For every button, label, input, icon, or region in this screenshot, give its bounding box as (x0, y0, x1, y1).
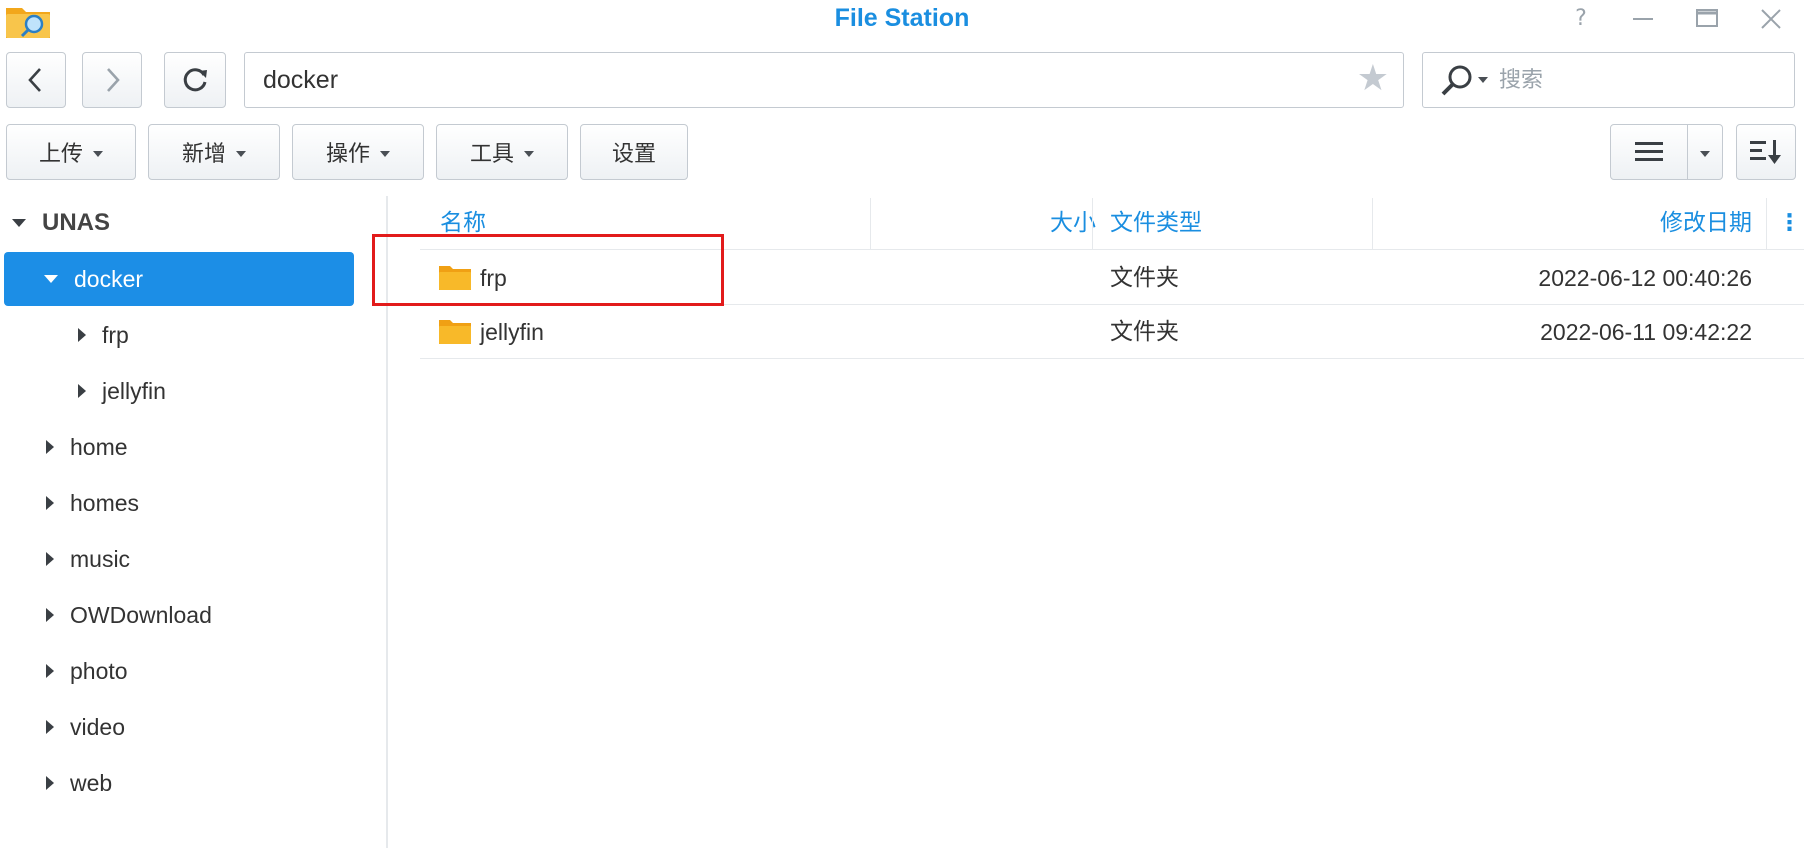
sort-icon (1750, 140, 1781, 164)
collapsed-arrow-icon[interactable] (46, 720, 54, 734)
file-modified: 2022-06-12 00:40:26 (1538, 265, 1752, 291)
tree-item-label: home (70, 433, 128, 460)
column-divider[interactable] (1092, 198, 1093, 250)
dropdown-caret-icon (236, 150, 246, 157)
window-title: File Station (834, 4, 970, 32)
back-button[interactable] (6, 52, 66, 108)
collapsed-arrow-icon[interactable] (46, 664, 54, 678)
sort-button[interactable] (1736, 124, 1796, 180)
upload-label: 上传 (38, 142, 83, 167)
tree-item-music[interactable]: music (0, 532, 388, 586)
maximize-icon[interactable] (1692, 6, 1722, 32)
title-bar: File Station ? (0, 0, 1804, 38)
collapsed-arrow-icon[interactable] (46, 496, 54, 510)
collapsed-arrow-icon[interactable] (78, 328, 86, 342)
chevron-right-icon (107, 68, 120, 92)
collapsed-arrow-icon[interactable] (78, 384, 86, 398)
address-path: docker (263, 66, 339, 94)
dropdown-caret-icon (1700, 150, 1710, 157)
file-name: jellyfin (480, 319, 544, 345)
close-icon[interactable] (1756, 6, 1786, 32)
forward-button[interactable] (82, 52, 142, 108)
chevron-left-icon (28, 68, 41, 92)
file-modified: 2022-06-11 09:42:22 (1540, 319, 1752, 345)
upload-button[interactable]: 上传 (6, 124, 136, 180)
column-divider[interactable] (1766, 198, 1767, 250)
search-input[interactable] (1499, 61, 1779, 99)
folder-tree: UNAS docker frp jellyfin home homes musi… (0, 196, 388, 848)
search-box[interactable] (1422, 52, 1795, 108)
dropdown-caret-icon (524, 150, 534, 157)
dropdown-caret-icon (93, 150, 103, 157)
file-type: 文件夹 (1110, 319, 1179, 345)
column-header-modified[interactable]: 修改日期 (1372, 196, 1752, 250)
collapsed-arrow-icon[interactable] (46, 608, 54, 622)
tree-item-label: OWDownload (70, 601, 212, 628)
collapsed-arrow-icon[interactable] (46, 552, 54, 566)
tree-item-label: docker (74, 265, 144, 292)
tree-item-web[interactable]: web (0, 756, 388, 810)
collapsed-arrow-icon[interactable] (46, 440, 54, 454)
tree-root-label: UNAS (42, 209, 111, 236)
settings-label: 设置 (611, 142, 656, 167)
tree-item-home[interactable]: home (0, 420, 388, 474)
tree-item-homes[interactable]: homes (0, 476, 388, 530)
settings-button[interactable]: 设置 (580, 124, 688, 180)
favorite-star-icon[interactable]: ★ (1357, 59, 1389, 99)
tree-item-label: photo (70, 657, 128, 684)
folder-icon (439, 320, 471, 344)
tree-item-owdownload[interactable]: OWDownload (0, 588, 388, 642)
highlight-box (372, 234, 724, 306)
list-view-icon (1635, 142, 1663, 161)
tree-item-label: video (70, 713, 125, 740)
help-icon[interactable]: ? (1566, 6, 1596, 32)
tree-item-label: jellyfin (102, 377, 166, 404)
tree-item-docker[interactable]: docker (4, 252, 354, 306)
refresh-icon (183, 68, 207, 92)
minimize-icon[interactable] (1628, 6, 1658, 32)
search-options-caret-icon[interactable] (1478, 77, 1488, 83)
view-mode-button[interactable] (1610, 124, 1688, 180)
collapsed-arrow-icon[interactable] (46, 776, 54, 790)
tree-item-label: web (70, 769, 113, 796)
search-icon[interactable] (1439, 63, 1475, 99)
column-options-icon[interactable]: ⋮ (1778, 196, 1801, 250)
tree-item-jellyfin[interactable]: jellyfin (0, 364, 388, 418)
tree-item-photo[interactable]: photo (0, 644, 388, 698)
action-button[interactable]: 操作 (292, 124, 424, 180)
expand-arrow-icon[interactable] (12, 219, 26, 227)
tree-item-video[interactable]: video (0, 700, 388, 754)
action-label: 操作 (325, 142, 370, 167)
tools-button[interactable]: 工具 (436, 124, 568, 180)
column-header-size[interactable]: 大小 (870, 196, 1096, 250)
new-button[interactable]: 新增 (148, 124, 280, 180)
refresh-button[interactable] (164, 52, 226, 108)
address-bar[interactable]: docker ★ (244, 52, 1404, 108)
tree-item-label: music (70, 545, 131, 572)
tree-item-frp[interactable]: frp (0, 308, 388, 362)
tools-label: 工具 (469, 142, 514, 167)
tree-item-label: frp (102, 321, 129, 348)
file-row[interactable]: jellyfin 文件夹 2022-06-11 09:42:22 (420, 305, 1804, 359)
expand-arrow-icon[interactable] (44, 275, 58, 283)
new-label: 新增 (181, 142, 226, 167)
view-mode-dropdown[interactable] (1687, 124, 1723, 180)
tree-item-label: homes (70, 489, 140, 516)
tree-root-unas[interactable]: UNAS (0, 196, 388, 250)
column-header-type[interactable]: 文件类型 (1110, 196, 1202, 250)
dropdown-caret-icon (380, 150, 390, 157)
file-type: 文件夹 (1110, 265, 1179, 291)
